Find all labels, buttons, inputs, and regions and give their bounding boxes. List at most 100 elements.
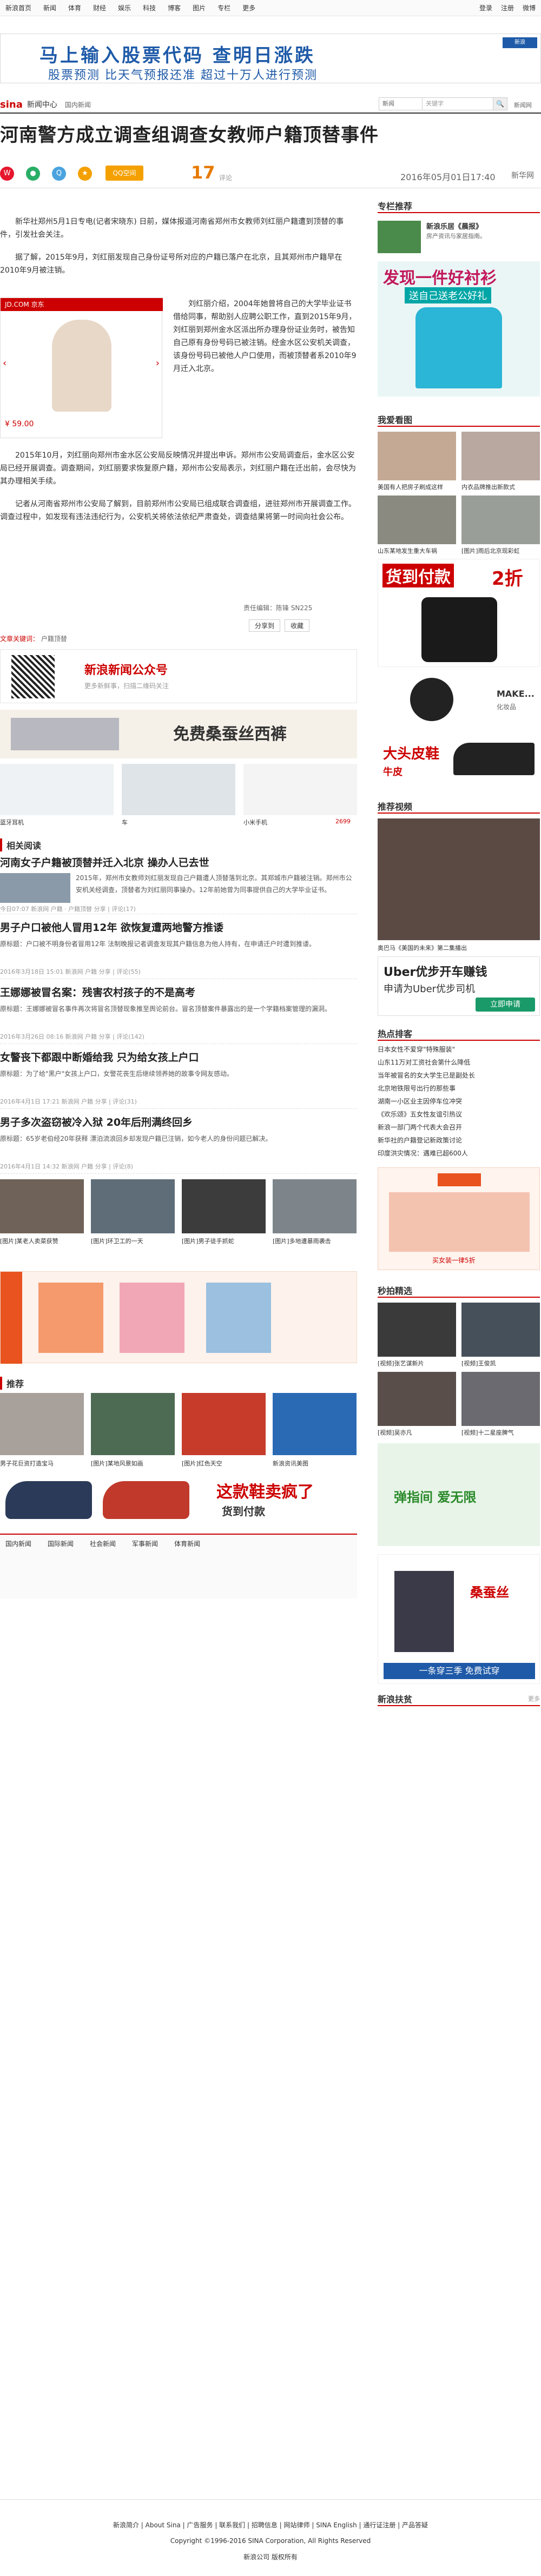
makeup-ad[interactable]: MAKE... 化妆品: [378, 672, 540, 726]
stars-caption[interactable]: [视频]十二星座脾气: [461, 1428, 514, 1437]
comment-count[interactable]: 17: [191, 162, 215, 183]
share-button[interactable]: 分享到: [249, 619, 281, 632]
weibo-link[interactable]: 微博: [523, 3, 536, 12]
photo-caption[interactable]: [图片]环卫工的一天: [91, 1237, 143, 1245]
stars-thumb[interactable]: [461, 1303, 540, 1357]
taobao-ad[interactable]: 买女装一律5折: [378, 1167, 540, 1270]
earphone-ad[interactable]: [0, 764, 114, 815]
register-link[interactable]: 注册: [501, 3, 514, 12]
look-thumb[interactable]: [378, 496, 456, 544]
wechat-promo[interactable]: 新浪新闻公众号 更多新鲜事，扫描二维码关注: [0, 649, 357, 703]
hot-item[interactable]: 《欢乐颂》五女性友谊引热议: [378, 1108, 540, 1121]
prev-arrow-icon[interactable]: ‹: [3, 358, 6, 369]
recommend-thumb[interactable]: [91, 1393, 175, 1455]
nav-item[interactable]: 财经: [93, 3, 106, 12]
look-caption[interactable]: 内衣品牌推出新款式: [461, 483, 515, 491]
nav-item[interactable]: 图片: [193, 3, 206, 12]
recommend-thumb[interactable]: [182, 1393, 266, 1455]
photo-caption[interactable]: [图片]某老人卖菜获赞: [0, 1237, 58, 1245]
related-item[interactable]: 男子多次盗窃被冷入狱 20年后刑满终回乡 原标题：65岁老伯经20年获释 漂泊流…: [0, 1114, 357, 1174]
promo-title[interactable]: 新浪乐居《晨报》: [426, 221, 483, 231]
look-caption[interactable]: 美国有人把房子刷成这样: [378, 483, 443, 491]
clothing-ad[interactable]: [0, 1271, 357, 1364]
phone-ad[interactable]: [243, 764, 357, 815]
stars-thumb[interactable]: [378, 1303, 456, 1357]
photo-caption[interactable]: [图片]男子徒手抓蛇: [182, 1237, 234, 1245]
uber-ad[interactable]: Uber优步开车赚钱 申请为Uber优步司机 立即申请: [378, 956, 540, 1016]
next-arrow-icon[interactable]: ›: [156, 358, 160, 369]
nav-item[interactable]: 更多: [242, 3, 255, 12]
footer-links[interactable]: 新浪简介 | About Sina | 广告服务 | 联系我们 | 招聘信息 |…: [0, 2520, 541, 2529]
photo-thumb[interactable]: [273, 1179, 357, 1233]
search-input[interactable]: 关键字: [423, 98, 493, 110]
jd-ad[interactable]: JD.COM 京东 ¥ 59.00 ‹ ›: [0, 298, 163, 438]
related-item[interactable]: 王娜娜被冒名案：残害农村孩子的不是高考 原标题：王娜娜被冒名事件再次将冒名顶替现…: [0, 985, 357, 1044]
nav-item[interactable]: 科技: [143, 3, 156, 12]
photo-caption[interactable]: [图片]多地遭暴雨袭击: [273, 1237, 331, 1245]
recommend-caption[interactable]: [图片]某地风景如画: [91, 1459, 143, 1468]
nav-item[interactable]: 专栏: [217, 3, 230, 12]
bag-ad[interactable]: 货到付款 2折: [378, 559, 540, 667]
breadcrumb[interactable]: 国内新闻: [65, 100, 91, 109]
search-icon[interactable]: 🔍: [493, 98, 507, 110]
favorite-button[interactable]: 收藏: [285, 619, 310, 632]
look-thumb[interactable]: [461, 496, 540, 544]
recommend-caption[interactable]: 男子花巨资打造宝马: [0, 1459, 54, 1468]
channel-name[interactable]: 新闻中心: [27, 99, 57, 110]
pants-side-ad[interactable]: 桑蚕丝 一条穿三季 免费试穿: [378, 1554, 540, 1684]
charity-more-link[interactable]: 更多: [528, 1694, 540, 1703]
wechat-share-icon[interactable]: ●: [26, 167, 40, 181]
related-title[interactable]: 河南女子户籍被顶替并迁入北京 操办人已去世: [0, 855, 357, 869]
car-ad[interactable]: [122, 764, 235, 815]
related-title[interactable]: 男子多次盗窃被冷入狱 20年后刑满终回乡: [0, 1114, 357, 1129]
tab-item[interactable]: 体育新闻: [174, 1539, 200, 1548]
game-ad[interactable]: 弹指间 爱无限: [378, 1443, 540, 1546]
uber-apply-button[interactable]: 立即申请: [476, 998, 535, 1012]
tab-item[interactable]: 军事新闻: [132, 1539, 158, 1548]
look-thumb[interactable]: [461, 432, 540, 480]
comment-label[interactable]: 评论: [219, 173, 232, 182]
photo-thumb[interactable]: [182, 1179, 266, 1233]
recommend-thumb[interactable]: [273, 1393, 357, 1455]
keyword-tag[interactable]: 户籍顶替: [41, 635, 67, 643]
related-title[interactable]: 王娜娜被冒名案：残害农村孩子的不是高考: [0, 985, 357, 999]
promo-logo[interactable]: [378, 221, 421, 253]
login-link[interactable]: 登录: [479, 3, 492, 12]
recommend-caption[interactable]: 新浪资讯美图: [273, 1459, 308, 1468]
channel-links[interactable]: 新闻网: [514, 101, 532, 109]
related-item[interactable]: 女警丧下都跟中断婚给我 只为给女孩上户口 原标题：为了给"黑户"女孩上户口，女警…: [0, 1049, 357, 1109]
qq-share-icon[interactable]: Q: [52, 167, 66, 181]
stars-caption[interactable]: [视频]张艺谋新片: [378, 1359, 424, 1368]
tab-item[interactable]: 社会新闻: [90, 1539, 116, 1548]
search-select[interactable]: 新闻: [379, 98, 423, 110]
stars-thumb[interactable]: [378, 1372, 456, 1426]
tab-item[interactable]: 国际新闻: [48, 1539, 74, 1548]
stars-caption[interactable]: [视频]王俊凯: [461, 1359, 496, 1368]
video-thumb[interactable]: [378, 818, 540, 940]
article-source[interactable]: 新华网: [511, 170, 534, 181]
recommend-thumb[interactable]: [0, 1393, 84, 1455]
sina-logo[interactable]: sina: [0, 99, 23, 110]
hot-item[interactable]: 新浪一部门两个代表大会召开: [378, 1121, 540, 1134]
hot-item[interactable]: 当年被冒名的女大学生已是副处长: [378, 1069, 540, 1082]
stars-thumb[interactable]: [461, 1372, 540, 1426]
tshirt-ad[interactable]: 发现一件好衬衫 送自己送老公好礼: [378, 261, 540, 397]
nav-item[interactable]: 娱乐: [118, 3, 131, 12]
tab-item[interactable]: 国内新闻: [5, 1539, 31, 1548]
sneakers-ad[interactable]: 这款鞋卖疯了 货到付款: [0, 1476, 357, 1524]
shoes-ad[interactable]: 大头皮鞋 牛皮: [378, 732, 540, 786]
stock-banner-ad[interactable]: 马上输入股票代码 查明日涨跌 股票预测 比天气预报还准 超过十万人进行预测 新浪: [0, 34, 541, 83]
nav-item[interactable]: 新浪首页: [5, 3, 31, 12]
hot-item[interactable]: 印度洪灾情况：遇难已超600人: [378, 1147, 540, 1160]
hot-item[interactable]: 湖南一小区业主因停车位冲突: [378, 1095, 540, 1108]
video-caption[interactable]: 奥巴马《美国的未来》第二集播出: [378, 943, 467, 952]
qzone-button[interactable]: QQ空间: [105, 166, 143, 181]
related-item[interactable]: 男子户口被他人冒用12年 欲恢复遭两地警方推诿 原标题：户口被不明身份者冒用12…: [0, 920, 357, 979]
photo-thumb[interactable]: [0, 1179, 84, 1233]
weibo-share-icon[interactable]: W: [0, 167, 14, 181]
nav-item[interactable]: 新闻: [43, 3, 56, 12]
look-caption[interactable]: 山东某地发生重大车祸: [378, 546, 437, 555]
hot-item[interactable]: 山东11万对工资社会第什么降低: [378, 1056, 540, 1069]
hot-item[interactable]: 新华社的户籍登记新政策讨论: [378, 1134, 540, 1147]
look-thumb[interactable]: [378, 432, 456, 480]
